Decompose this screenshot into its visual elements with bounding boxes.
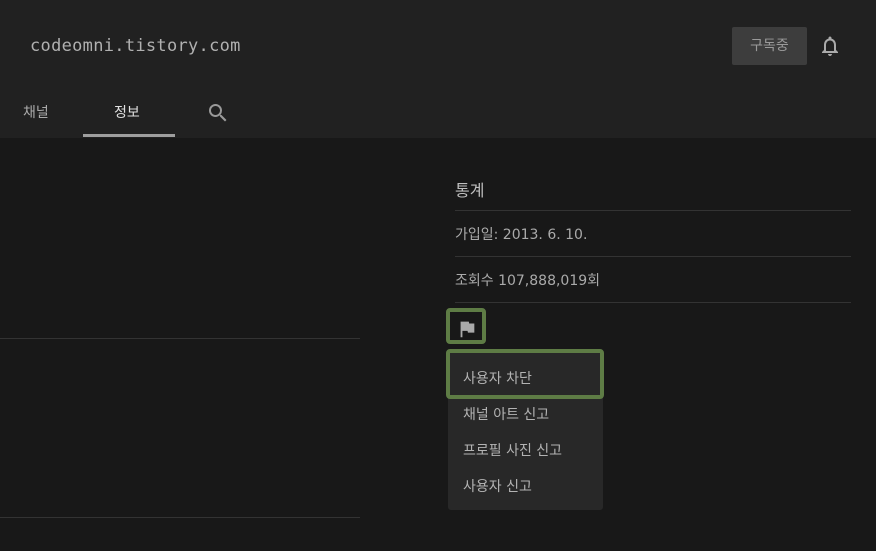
section-divider xyxy=(0,338,360,339)
subscribe-button[interactable]: 구독중 xyxy=(732,27,807,65)
menu-item-report-profile-photo[interactable]: 프로필 사진 신고 xyxy=(463,440,562,460)
search-icon[interactable] xyxy=(206,101,230,125)
menu-item-report-user[interactable]: 사용자 신고 xyxy=(463,476,532,496)
tab-channel[interactable]: 채널 xyxy=(23,102,49,122)
watermark-text: codeomni.tistory.com xyxy=(30,36,241,56)
flag-icon[interactable] xyxy=(456,318,478,340)
joined-date: 가입일: 2013. 6. 10. xyxy=(455,227,588,243)
menu-highlight-box xyxy=(446,349,604,399)
stats-divider xyxy=(455,210,851,211)
active-tab-indicator xyxy=(83,134,175,137)
view-count: 조회수 107,888,019회 xyxy=(455,273,601,289)
stats-title: 통계 xyxy=(455,181,485,200)
stats-divider xyxy=(455,256,851,257)
section-divider xyxy=(0,517,360,518)
tab-info[interactable]: 정보 xyxy=(114,102,140,122)
stats-divider xyxy=(455,302,851,303)
menu-item-report-channel-art[interactable]: 채널 아트 신고 xyxy=(463,404,549,424)
bell-icon[interactable] xyxy=(818,34,842,58)
